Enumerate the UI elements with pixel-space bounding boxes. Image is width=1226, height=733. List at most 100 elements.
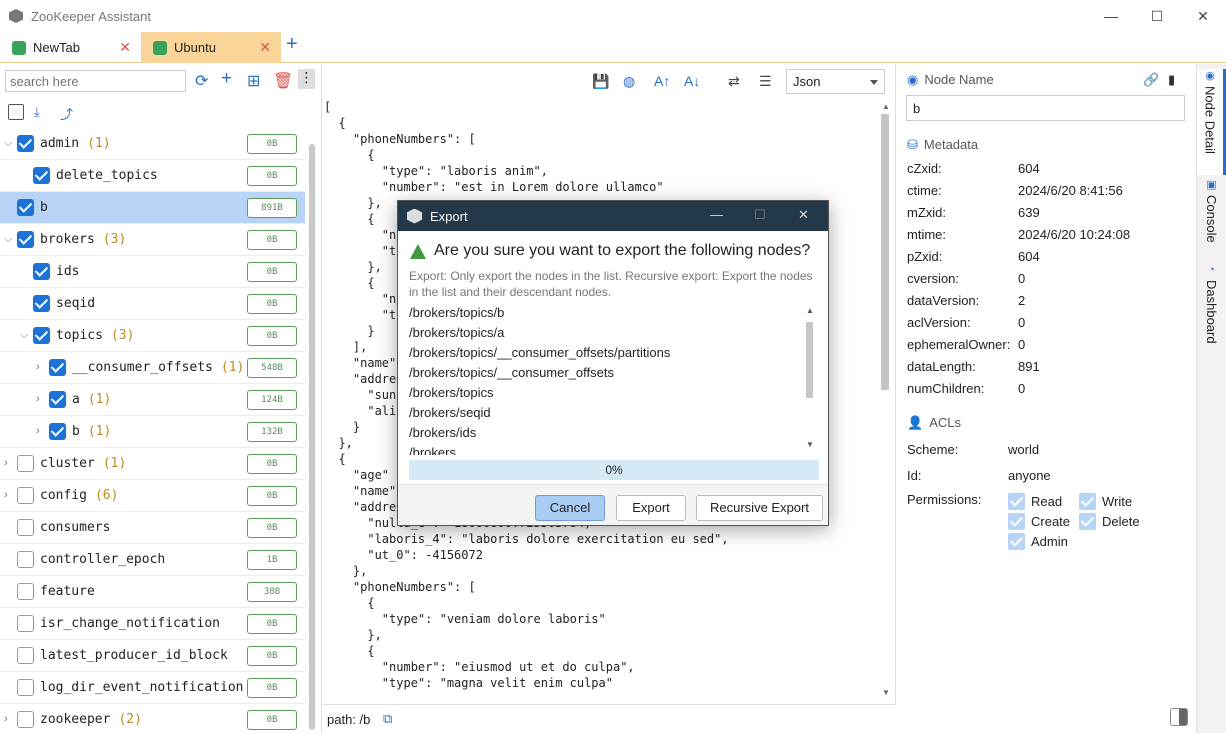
- tree-node[interactable]: › a (1) 124B: [0, 384, 305, 416]
- dialog-maximize-button[interactable]: ☐: [754, 207, 766, 223]
- tree-node[interactable]: › b (1) 132B: [0, 416, 305, 448]
- tree-node[interactable]: ids 0B: [0, 256, 305, 288]
- export-path-list[interactable]: /brokers/topics/b/brokers/topics/a/broke…: [409, 303, 803, 455]
- format-select[interactable]: Json: [786, 69, 885, 94]
- list-scroll-down-icon[interactable]: ▼: [806, 440, 814, 449]
- refresh-icon[interactable]: ⟳: [195, 71, 208, 91]
- dialog-question: Are you sure you want to export the foll…: [410, 242, 810, 260]
- node-checkbox[interactable]: [17, 199, 34, 216]
- node-checkbox[interactable]: [17, 455, 34, 472]
- node-checkbox[interactable]: [17, 583, 34, 600]
- tree-scrollbar[interactable]: [309, 144, 315, 730]
- tree-node[interactable]: › config (6) 0B: [0, 480, 305, 512]
- tree-node[interactable]: seqid 0B: [0, 288, 305, 320]
- dialog-close-button[interactable]: ✕: [798, 207, 809, 223]
- chevron-right-icon[interactable]: ›: [4, 489, 8, 501]
- copy-path-icon[interactable]: ⧉: [383, 711, 392, 727]
- font-decrease-icon[interactable]: A↓: [684, 73, 700, 89]
- tree-node[interactable]: controller_epoch 1B: [0, 544, 305, 576]
- checkbox[interactable]: [1008, 513, 1025, 530]
- dialog-minimize-button[interactable]: —: [710, 207, 723, 222]
- node-checkbox[interactable]: [17, 647, 34, 664]
- id-label: Id:: [907, 468, 922, 483]
- tree-node[interactable]: › __consumer_offsets (1) 548B: [0, 352, 305, 384]
- import-icon[interactable]: ⤓: [34, 104, 50, 120]
- link-icon[interactable]: 🔗: [1143, 72, 1159, 88]
- node-checkbox[interactable]: [17, 519, 34, 536]
- add-node-icon[interactable]: +: [221, 68, 232, 90]
- swap-icon[interactable]: ⇄: [728, 73, 740, 90]
- export-icon[interactable]: ⤴: [60, 104, 76, 122]
- cancel-button[interactable]: Cancel: [535, 495, 605, 521]
- recursive-export-button[interactable]: Recursive Export: [696, 495, 823, 521]
- node-checkbox[interactable]: [17, 679, 34, 696]
- tree-node[interactable]: ⌵ admin (1) 0B: [0, 128, 305, 160]
- tree-node[interactable]: › zookeeper (2) 0B: [0, 704, 305, 733]
- chevron-down-icon[interactable]: ⌵: [20, 329, 28, 342]
- node-checkbox[interactable]: [33, 327, 50, 344]
- search-input[interactable]: [5, 70, 186, 92]
- chevron-right-icon[interactable]: ›: [4, 457, 8, 469]
- maximize-button[interactable]: ☐: [1134, 0, 1180, 32]
- tree-node[interactable]: feature 38B: [0, 576, 305, 608]
- export-button[interactable]: Export: [616, 495, 686, 521]
- tab-dashboard[interactable]: ◔ Dashboard: [1197, 264, 1226, 354]
- node-checkbox[interactable]: [49, 359, 66, 376]
- tab-node-detail[interactable]: ◉ Node Detail: [1197, 69, 1226, 175]
- node-checkbox[interactable]: [17, 135, 34, 152]
- node-checkbox[interactable]: [17, 551, 34, 568]
- chevron-right-icon[interactable]: ›: [4, 713, 8, 725]
- node-checkbox[interactable]: [33, 263, 50, 280]
- chevron-right-icon[interactable]: ›: [36, 361, 40, 373]
- tree-node[interactable]: b 891B: [0, 192, 305, 224]
- tree-node[interactable]: › cluster (1) 0B: [0, 448, 305, 480]
- tree-structure-icon[interactable]: ⊞: [247, 71, 260, 91]
- node-checkbox[interactable]: [17, 487, 34, 504]
- tab-ubuntu[interactable]: Ubuntu ✕: [141, 32, 281, 63]
- minimize-button[interactable]: —: [1088, 0, 1134, 32]
- tab-console[interactable]: ▣ Console: [1197, 178, 1226, 250]
- font-increase-icon[interactable]: A↑: [654, 73, 670, 89]
- list-scroll-up-icon[interactable]: ▲: [806, 306, 814, 315]
- close-tab-icon[interactable]: ✕: [119, 39, 131, 56]
- more-icon[interactable]: ⋮: [298, 69, 315, 89]
- scroll-up-icon[interactable]: ▲: [882, 102, 890, 111]
- select-all-icon[interactable]: [8, 104, 24, 120]
- checkbox[interactable]: [1008, 533, 1025, 550]
- tree-node[interactable]: latest_producer_id_block 0B: [0, 640, 305, 672]
- tree-node[interactable]: delete_topics 0B: [0, 160, 305, 192]
- tab-newtab[interactable]: NewTab ✕: [0, 32, 141, 63]
- chevron-right-icon[interactable]: ›: [36, 425, 40, 437]
- tree-node[interactable]: ⌵ brokers (3) 0B: [0, 224, 305, 256]
- node-checkbox[interactable]: [49, 423, 66, 440]
- chevron-down-icon[interactable]: ⌵: [4, 137, 12, 150]
- tree-node[interactable]: isr_change_notification 0B: [0, 608, 305, 640]
- chevron-down-icon[interactable]: ⌵: [4, 233, 12, 246]
- delete-icon[interactable]: 🗑: [273, 71, 293, 91]
- close-tab-icon[interactable]: ✕: [259, 39, 271, 56]
- globe-icon[interactable]: ◍: [623, 73, 635, 90]
- tree-node[interactable]: consumers 0B: [0, 512, 305, 544]
- checkbox[interactable]: [1079, 513, 1096, 530]
- chevron-right-icon[interactable]: ›: [36, 393, 40, 405]
- scroll-down-icon[interactable]: ▼: [882, 688, 890, 697]
- list-icon[interactable]: ☰: [759, 73, 772, 90]
- close-button[interactable]: ✕: [1180, 0, 1226, 32]
- editor-scrollbar[interactable]: [881, 114, 889, 390]
- tree-node[interactable]: log_dir_event_notification 0B: [0, 672, 305, 704]
- add-tab-button[interactable]: +: [286, 33, 298, 56]
- panel-toggle-icon[interactable]: [1170, 708, 1188, 726]
- save-icon[interactable]: 💾: [592, 73, 609, 90]
- node-checkbox[interactable]: [49, 391, 66, 408]
- node-checkbox[interactable]: [17, 231, 34, 248]
- tree-node[interactable]: ⌵ topics (3) 0B: [0, 320, 305, 352]
- node-checkbox[interactable]: [17, 615, 34, 632]
- node-name-field[interactable]: b: [906, 95, 1185, 121]
- info-icon[interactable]: ▮: [1168, 72, 1175, 88]
- node-checkbox[interactable]: [33, 167, 50, 184]
- checkbox[interactable]: [1079, 493, 1096, 510]
- checkbox[interactable]: [1008, 493, 1025, 510]
- node-checkbox[interactable]: [33, 295, 50, 312]
- node-checkbox[interactable]: [17, 711, 34, 728]
- list-scrollbar[interactable]: [806, 322, 813, 398]
